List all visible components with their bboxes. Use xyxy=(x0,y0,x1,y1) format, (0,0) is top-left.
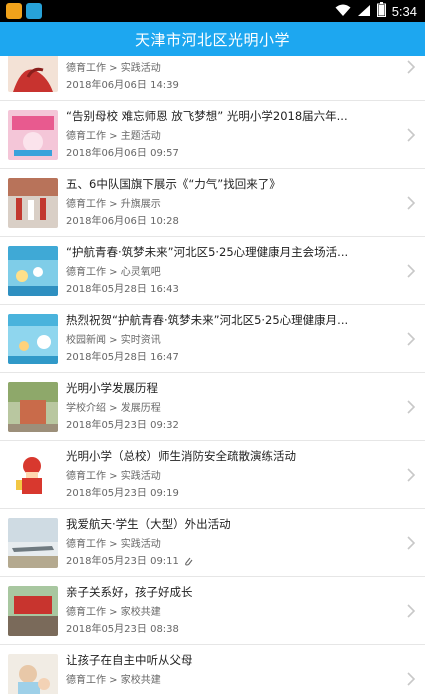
news-category: 学校介绍 > 发展历程 xyxy=(66,403,161,414)
chevron-right-icon xyxy=(407,60,416,74)
list-item[interactable]: 热烈祝贺“护航青春·筑梦未来”河北区5·25心理健康月... 校园新闻 > 实时… xyxy=(0,305,425,373)
news-thumbnail xyxy=(8,56,58,92)
paperclip-icon xyxy=(185,557,193,566)
news-thumbnail xyxy=(8,654,58,694)
list-item[interactable]: 德育工作 > 实践活动 2018年06月06日 14:39 xyxy=(0,56,425,101)
battery-icon xyxy=(376,1,386,21)
chevron-right-icon xyxy=(407,332,416,346)
chevron-right-icon xyxy=(407,264,416,278)
list-item[interactable]: “护航青春·筑梦未来”河北区5·25心理健康月主会场活... 德育工作 > 心灵… xyxy=(0,237,425,305)
news-date: 2018年06月06日 09:57 xyxy=(66,148,179,159)
news-title: 亲子关系好，孩子好成长 xyxy=(66,585,193,599)
chevron-right-icon xyxy=(407,536,416,550)
news-category: 德育工作 > 家校共建 xyxy=(66,607,161,618)
news-thumbnail xyxy=(8,246,58,296)
news-date: 2018年05月23日 08:38 xyxy=(66,624,179,635)
chevron-right-icon xyxy=(407,672,416,686)
news-category: 德育工作 > 实践活动 xyxy=(66,63,161,74)
list-item[interactable]: “告别母校 难忘师恩 放飞梦想” 光明小学2018届六年... 德育工作 > 主… xyxy=(0,101,425,169)
list-item[interactable]: 我爱航天·学生（大型）外出活动 德育工作 > 实践活动 2018年05月23日 … xyxy=(0,509,425,577)
news-title xyxy=(66,56,386,57)
list-item[interactable]: 光明小学发展历程 学校介绍 > 发展历程 2018年05月23日 09:32 xyxy=(0,373,425,441)
news-thumbnail xyxy=(8,518,58,568)
news-date: 2018年05月23日 09:32 xyxy=(66,420,179,431)
list-item[interactable]: 让孩子在自主中听从父母 德育工作 > 家校共建 xyxy=(0,645,425,694)
notification-app-icon xyxy=(6,3,22,19)
news-date: 2018年05月28日 16:47 xyxy=(66,352,179,363)
news-thumbnail xyxy=(8,586,58,636)
news-title: 光明小学（总校）师生消防安全疏散演练活动 xyxy=(66,449,296,463)
news-date: 2018年05月23日 09:19 xyxy=(66,488,179,499)
news-category: 德育工作 > 升旗展示 xyxy=(66,199,161,210)
list-item[interactable]: 亲子关系好，孩子好成长 德育工作 > 家校共建 2018年05月23日 08:3… xyxy=(0,577,425,645)
news-category: 德育工作 > 实践活动 xyxy=(66,539,161,550)
notification-app-icon xyxy=(26,3,42,19)
list-item[interactable]: 光明小学（总校）师生消防安全疏散演练活动 德育工作 > 实践活动 2018年05… xyxy=(0,441,425,509)
news-category: 德育工作 > 心灵氧吧 xyxy=(66,267,161,278)
news-date: 2018年05月23日 09:11 xyxy=(66,554,386,569)
news-thumbnail xyxy=(8,382,58,432)
news-date: 2018年06月06日 10:28 xyxy=(66,216,179,227)
news-date: 2018年06月06日 14:39 xyxy=(66,80,179,91)
news-category: 德育工作 > 家校共建 xyxy=(66,675,161,686)
news-title: 光明小学发展历程 xyxy=(66,381,158,395)
page-title: 天津市河北区光明小学 xyxy=(134,30,290,49)
chevron-right-icon xyxy=(407,604,416,618)
news-thumbnail xyxy=(8,178,58,228)
news-title: 我爱航天·学生（大型）外出活动 xyxy=(66,517,231,531)
app-header: 天津市河北区光明小学 xyxy=(0,22,425,56)
status-bar: 5:34 xyxy=(0,0,425,22)
news-title: 五、6中队国旗下展示《“力气”找回来了》 xyxy=(66,177,281,191)
wifi-icon xyxy=(335,2,351,21)
news-title: 热烈祝贺“护航青春·筑梦未来”河北区5·25心理健康月... xyxy=(66,313,349,327)
news-category: 德育工作 > 主题活动 xyxy=(66,131,161,142)
news-category: 德育工作 > 实践活动 xyxy=(66,471,161,482)
chevron-right-icon xyxy=(407,468,416,482)
news-thumbnail xyxy=(8,110,58,160)
chevron-right-icon xyxy=(407,128,416,142)
news-title: “护航青春·筑梦未来”河北区5·25心理健康月主会场活... xyxy=(66,245,349,259)
signal-icon xyxy=(357,2,371,21)
status-time: 5:34 xyxy=(391,3,417,19)
news-title: 让孩子在自主中听从父母 xyxy=(66,653,193,667)
chevron-right-icon xyxy=(407,196,416,210)
list-item[interactable]: 五、6中队国旗下展示《“力气”找回来了》 德育工作 > 升旗展示 2018年06… xyxy=(0,169,425,237)
news-date: 2018年05月28日 16:43 xyxy=(66,284,179,295)
news-category: 校园新闻 > 实时资讯 xyxy=(66,335,161,346)
news-list[interactable]: 德育工作 > 实践活动 2018年06月06日 14:39 “告别母校 难忘师恩… xyxy=(0,56,425,694)
news-thumbnail xyxy=(8,450,58,500)
news-date xyxy=(66,690,386,694)
news-thumbnail xyxy=(8,314,58,364)
news-title: “告别母校 难忘师恩 放飞梦想” 光明小学2018届六年... xyxy=(66,109,348,123)
chevron-right-icon xyxy=(407,400,416,414)
